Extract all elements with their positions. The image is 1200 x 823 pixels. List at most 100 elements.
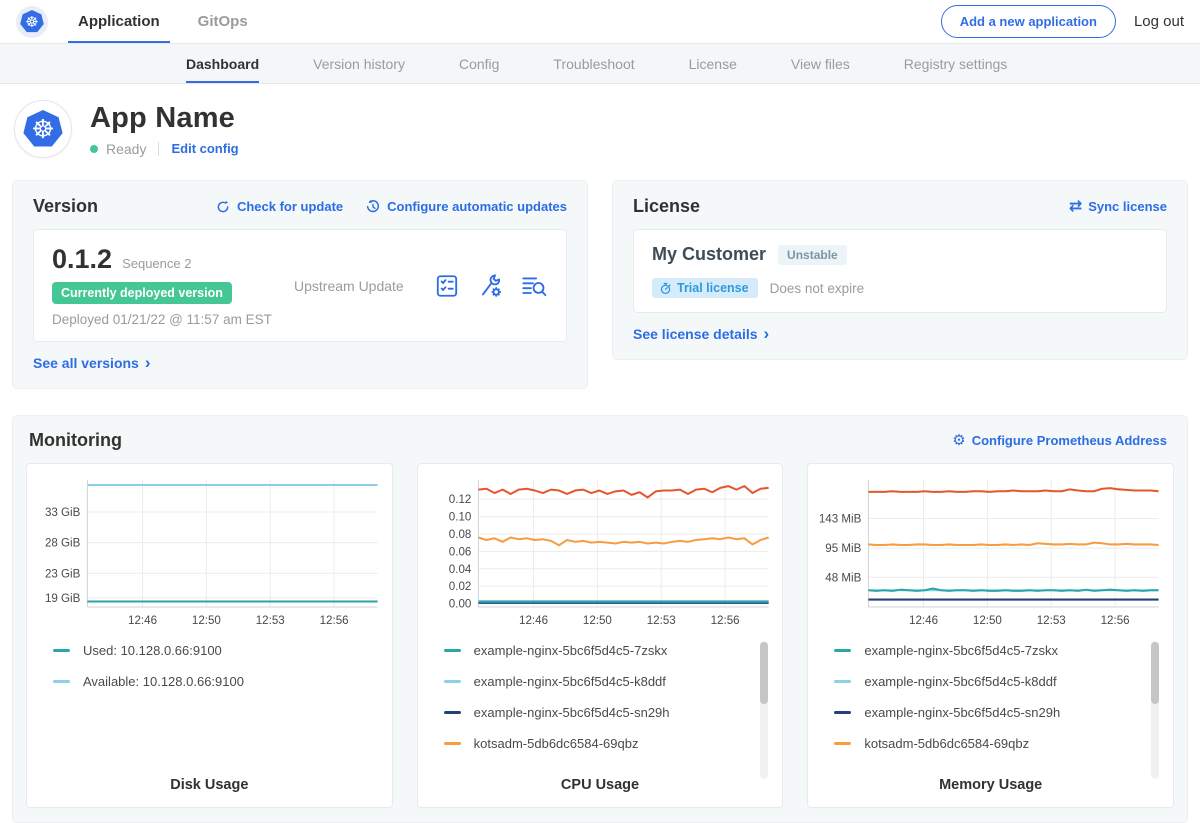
- sync-arrows-icon: ⇄: [1069, 202, 1082, 212]
- legend-label: Available: 10.128.0.66:9100: [83, 674, 244, 689]
- version-sequence: Sequence 2: [122, 256, 191, 271]
- legend-swatch: [444, 649, 461, 652]
- deployed-timestamp: Deployed 01/21/22 @ 11:57 am EST: [52, 312, 282, 327]
- tab-troubleshoot[interactable]: Troubleshoot: [553, 44, 634, 83]
- tab-view-files[interactable]: View files: [791, 44, 850, 83]
- tab-config[interactable]: Config: [459, 44, 499, 83]
- view-files-search-icon[interactable]: [520, 273, 548, 299]
- page-title: App Name: [90, 102, 239, 135]
- tab-registry-settings[interactable]: Registry settings: [904, 44, 1007, 83]
- topnav-tab-application[interactable]: Application: [74, 0, 164, 43]
- legend-scrollbar-thumb[interactable]: [1151, 642, 1159, 704]
- config-checklist-icon[interactable]: [434, 273, 460, 299]
- svg-text:12:53: 12:53: [1037, 615, 1066, 627]
- channel-badge: Unstable: [778, 245, 847, 265]
- legend-swatch: [834, 649, 851, 652]
- legend-scrollbar[interactable]: [760, 641, 768, 779]
- release-type-label: Upstream Update: [282, 278, 434, 294]
- see-all-versions-link[interactable]: See all versions ›: [33, 355, 151, 371]
- configure-automatic-updates-link[interactable]: Configure automatic updates: [365, 199, 567, 215]
- check-for-update-link[interactable]: Check for update: [215, 199, 343, 215]
- monitoring-section: Monitoring ⚙ Configure Prometheus Addres…: [12, 415, 1188, 823]
- currently-deployed-badge: Currently deployed version: [52, 282, 232, 304]
- tab-version-history[interactable]: Version history: [313, 44, 405, 83]
- legend-swatch: [53, 680, 70, 683]
- chart-plot: 12:4612:5012:5312:560.120.100.080.060.04…: [426, 474, 775, 637]
- version-card-title: Version: [33, 196, 98, 217]
- chart-legend: example-nginx-5bc6f5d4c5-7zskx example-ng…: [816, 637, 1165, 769]
- tab-dashboard[interactable]: Dashboard: [186, 44, 259, 83]
- legend-label: example-nginx-5bc6f5d4c5-7zskx: [474, 643, 668, 658]
- charts-row: 12:4612:5012:5312:5633 GiB28 GiB23 GiB19…: [13, 463, 1187, 808]
- gear-icon: ⚙: [952, 433, 965, 448]
- legend-swatch: [444, 742, 461, 745]
- svg-text:12:53: 12:53: [646, 615, 675, 627]
- chart-card: 12:4612:5012:5312:560.120.100.080.060.04…: [417, 463, 784, 808]
- legend-item: example-nginx-5bc6f5d4c5-7zskx: [444, 643, 757, 658]
- svg-text:95 MiB: 95 MiB: [826, 543, 862, 555]
- logout-link[interactable]: Log out: [1134, 13, 1184, 30]
- monitoring-title: Monitoring: [29, 430, 122, 451]
- status-text: Ready: [106, 141, 146, 157]
- add-new-application-button[interactable]: Add a new application: [941, 5, 1116, 38]
- svg-text:12:46: 12:46: [128, 615, 157, 627]
- customer-name: My Customer: [652, 244, 766, 265]
- svg-text:33 GiB: 33 GiB: [45, 507, 81, 519]
- svg-text:0.00: 0.00: [448, 599, 471, 611]
- app-avatar: ☸: [14, 100, 72, 158]
- status-ready-dot: [90, 145, 98, 153]
- legend-scrollbar-thumb[interactable]: [760, 642, 768, 704]
- legend-label: example-nginx-5bc6f5d4c5-sn29h: [474, 705, 670, 720]
- legend-swatch: [444, 680, 461, 683]
- svg-text:12:50: 12:50: [192, 615, 221, 627]
- svg-text:0.04: 0.04: [448, 564, 471, 576]
- legend-item: example-nginx-5bc6f5d4c5-7zskx: [834, 643, 1147, 658]
- license-card-title: License: [633, 196, 700, 217]
- legend-swatch: [444, 711, 461, 714]
- legend-label: example-nginx-5bc6f5d4c5-7zskx: [864, 643, 1058, 658]
- legend-swatch: [53, 649, 70, 652]
- chart-plot: 12:4612:5012:5312:5633 GiB28 GiB23 GiB19…: [35, 474, 384, 637]
- chart-card: 12:4612:5012:5312:56143 MiB95 MiB48 MiBe…: [807, 463, 1174, 808]
- chevron-right-icon: ›: [764, 329, 770, 339]
- svg-text:12:56: 12:56: [1101, 615, 1130, 627]
- sync-license-link[interactable]: ⇄ Sync license: [1069, 199, 1167, 214]
- chart-legend: example-nginx-5bc6f5d4c5-7zskx example-ng…: [426, 637, 775, 769]
- legend-item: example-nginx-5bc6f5d4c5-k8ddf: [444, 674, 757, 689]
- legend-scrollbar[interactable]: [1151, 641, 1159, 779]
- legend-label: kotsadm-5db6dc6584-69qbz: [864, 736, 1029, 751]
- svg-text:23 GiB: 23 GiB: [45, 568, 81, 580]
- svg-text:12:46: 12:46: [909, 615, 938, 627]
- license-expiry: Does not expire: [770, 281, 865, 296]
- configure-prometheus-link[interactable]: ⚙ Configure Prometheus Address: [952, 433, 1167, 448]
- edit-config-link[interactable]: Edit config: [171, 141, 238, 156]
- topnav-tab-gitops[interactable]: GitOps: [194, 0, 252, 43]
- divider: [158, 142, 159, 156]
- svg-text:0.06: 0.06: [448, 546, 471, 558]
- tab-license[interactable]: License: [689, 44, 737, 83]
- svg-text:12:56: 12:56: [710, 615, 739, 627]
- svg-text:0.02: 0.02: [448, 581, 471, 593]
- chart-title: Memory Usage: [816, 769, 1165, 793]
- svg-text:12:50: 12:50: [583, 615, 612, 627]
- version-card: Version Check for update Configure autom…: [12, 180, 588, 389]
- troubleshoot-wrench-icon[interactable]: [477, 273, 503, 299]
- license-card: License ⇄ Sync license My Customer Unsta…: [612, 180, 1188, 360]
- svg-text:12:53: 12:53: [256, 615, 285, 627]
- chart-card: 12:4612:5012:5312:5633 GiB28 GiB23 GiB19…: [26, 463, 393, 808]
- kubernetes-app-icon: ☸: [23, 110, 63, 148]
- svg-text:143 MiB: 143 MiB: [819, 513, 862, 525]
- legend-swatch: [834, 742, 851, 745]
- legend-label: kotsadm-5db6dc6584-69qbz: [474, 736, 639, 751]
- trial-license-badge: Trial license: [652, 278, 758, 298]
- svg-text:12:46: 12:46: [519, 615, 548, 627]
- legend-item: Available: 10.128.0.66:9100: [53, 674, 366, 689]
- app-logo[interactable]: ☸: [16, 0, 48, 43]
- legend-label: example-nginx-5bc6f5d4c5-k8ddf: [474, 674, 666, 689]
- chart-plot: 12:4612:5012:5312:56143 MiB95 MiB48 MiB: [816, 474, 1165, 637]
- legend-item: example-nginx-5bc6f5d4c5-k8ddf: [834, 674, 1147, 689]
- legend-item: kotsadm-5db6dc6584-69qbz: [834, 736, 1147, 751]
- refresh-icon: [215, 199, 231, 215]
- see-license-details-link[interactable]: See license details ›: [633, 326, 769, 342]
- chart-title: Disk Usage: [35, 769, 384, 793]
